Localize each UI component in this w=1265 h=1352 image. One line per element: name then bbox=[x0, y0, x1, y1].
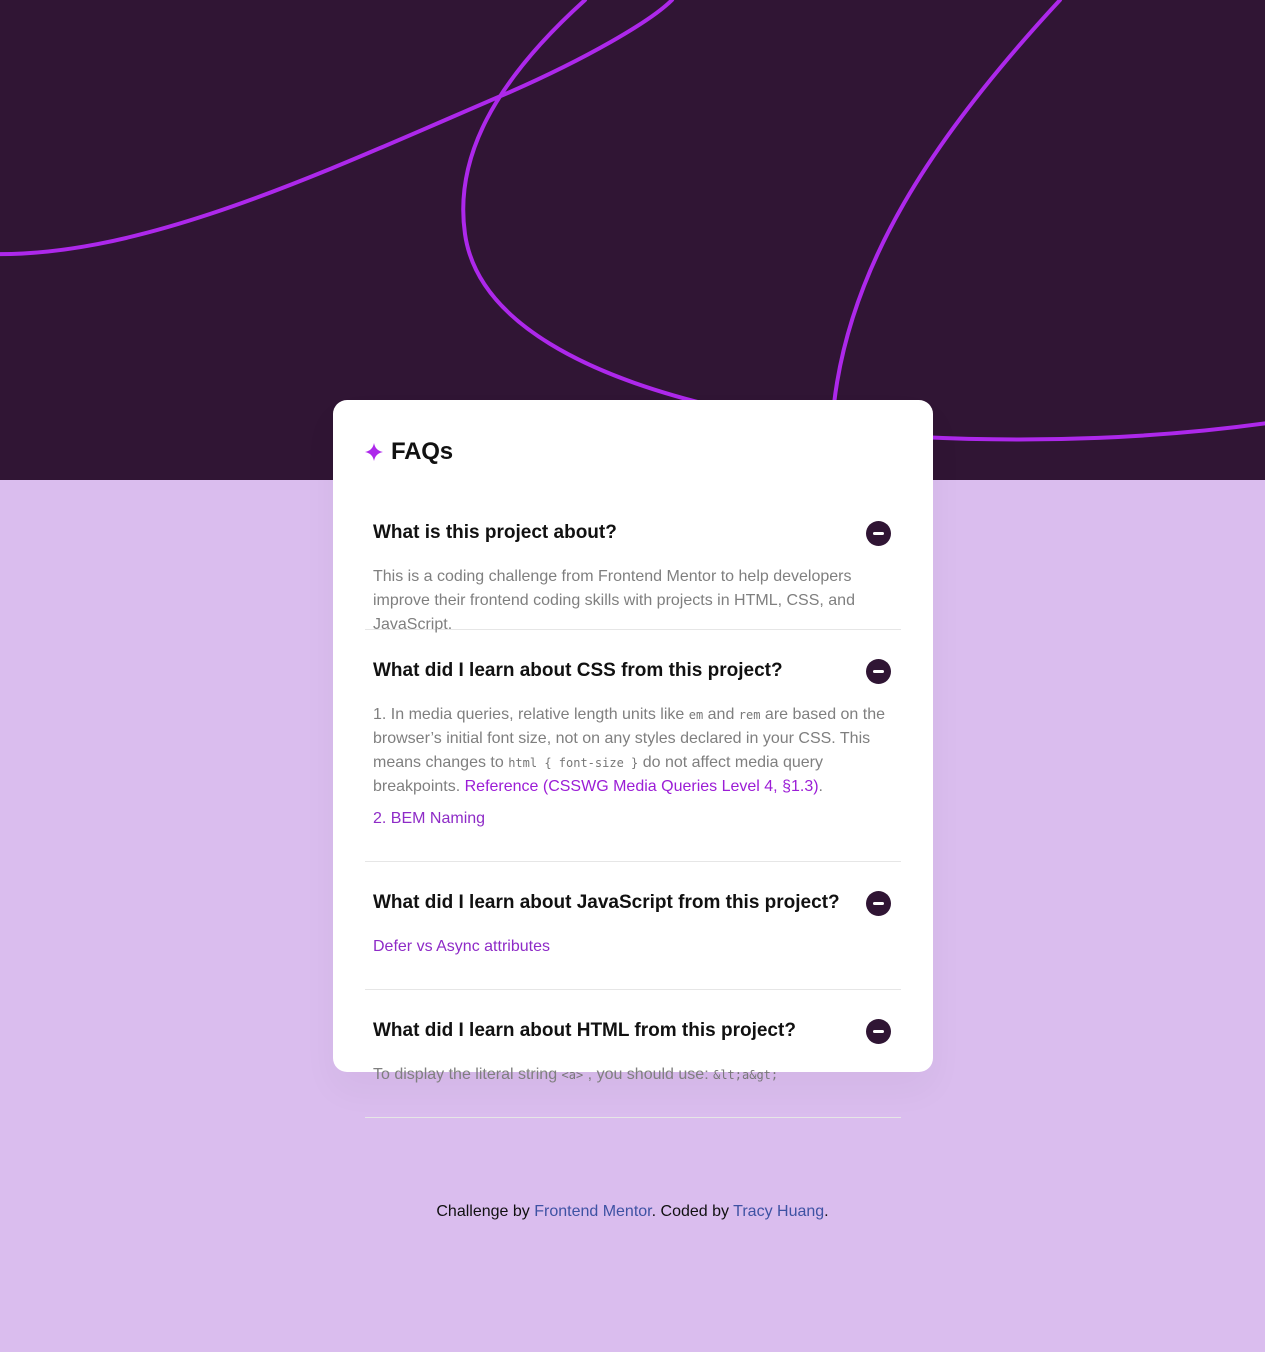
code-snippet: &lt;a&gt; bbox=[713, 1068, 779, 1082]
attribution-suffix: . bbox=[824, 1203, 829, 1220]
minus-icon-button[interactable] bbox=[866, 1019, 891, 1044]
faq-question[interactable]: What is this project about? bbox=[373, 521, 843, 545]
faq-item-html: What did I learn about HTML from this pr… bbox=[365, 1019, 901, 1118]
minus-icon-button[interactable] bbox=[866, 521, 891, 546]
answer-text: and bbox=[707, 706, 739, 723]
page-title: FAQs bbox=[391, 438, 453, 465]
code-snippet: em bbox=[688, 708, 704, 722]
faq-answer: 1. In media queries, relative length uni… bbox=[373, 703, 893, 831]
attribution-prefix: Challenge by bbox=[436, 1203, 535, 1220]
answer-text: To display the literal string bbox=[373, 1066, 562, 1083]
reference-link[interactable]: Reference (CSSWG Media Queries Level 4, … bbox=[465, 778, 819, 795]
attribution-middle: . Coded by bbox=[651, 1203, 734, 1220]
faq-answer: Defer vs Async attributes bbox=[373, 935, 893, 959]
faq-item-project-about: What is this project about? This is a co… bbox=[365, 521, 901, 633]
code-snippet: rem bbox=[738, 708, 761, 722]
faq-item-css: What did I learn about CSS from this pro… bbox=[365, 659, 901, 862]
background-curve bbox=[0, 0, 674, 257]
faq-item-javascript: What did I learn about JavaScript from t… bbox=[365, 891, 901, 990]
minus-icon-button[interactable] bbox=[866, 659, 891, 684]
defer-async-link[interactable]: Defer vs Async attributes bbox=[373, 938, 550, 955]
faq-question[interactable]: What did I learn about JavaScript from t… bbox=[373, 891, 843, 915]
attribution-footer: Challenge by Frontend Mentor. Coded by T… bbox=[0, 1201, 1265, 1223]
background-curve bbox=[461, 0, 720, 409]
faq-title-row: FAQs bbox=[365, 438, 901, 466]
background-curve bbox=[832, 0, 1062, 406]
minus-icon-button[interactable] bbox=[866, 891, 891, 916]
frontend-mentor-link[interactable]: Frontend Mentor bbox=[534, 1203, 651, 1220]
code-snippet: html { font-size } bbox=[508, 756, 639, 770]
faq-question[interactable]: What did I learn about CSS from this pro… bbox=[373, 659, 843, 683]
bem-naming-link[interactable]: 2. BEM Naming bbox=[373, 810, 485, 827]
faq-card: FAQs What is this project about? This is… bbox=[333, 400, 933, 1118]
answer-text: . bbox=[818, 778, 823, 795]
answer-text: , you should use: bbox=[587, 1066, 714, 1083]
background-curve bbox=[918, 421, 1265, 442]
code-snippet: <a> bbox=[561, 1068, 584, 1082]
faq-question[interactable]: What did I learn about HTML from this pr… bbox=[373, 1019, 843, 1043]
faq-answer: To display the literal string <a> , you … bbox=[373, 1063, 893, 1087]
star-icon bbox=[365, 443, 383, 461]
answer-text: 1. In media queries, relative length uni… bbox=[373, 706, 689, 723]
faq-answer: This is a coding challenge from Frontend… bbox=[373, 568, 855, 633]
author-link[interactable]: Tracy Huang bbox=[733, 1203, 824, 1220]
